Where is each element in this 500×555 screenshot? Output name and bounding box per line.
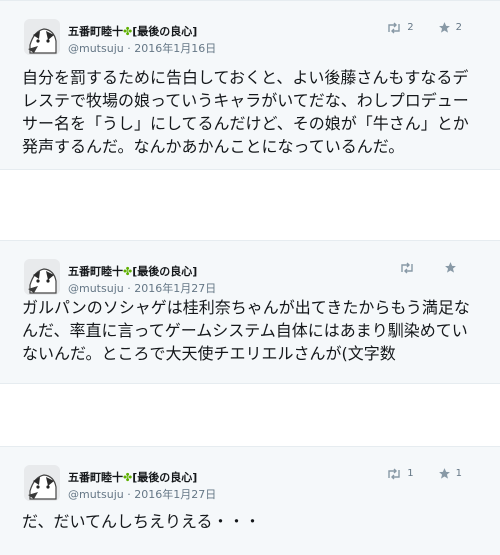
like-button[interactable]: [444, 261, 462, 274]
tweet-text: 自分を罰するために告白しておくと、よい後藤さんもすなるデ レステで牧場の娘ってい…: [22, 68, 469, 156]
retweet-icon: [388, 22, 400, 33]
retweet-button[interactable]: 2: [386, 22, 414, 34]
retweet-button[interactable]: [399, 262, 420, 274]
star-icon: [438, 468, 450, 479]
avatar-image: [24, 19, 60, 55]
handle[interactable]: @mutsuju: [68, 488, 124, 501]
clover-icon: ✤: [123, 265, 133, 278]
like-count: 2: [455, 22, 462, 33]
star-icon: [438, 22, 450, 33]
tweet-date[interactable]: 2016年1月16日: [134, 42, 216, 55]
tweet-card[interactable]: 五番町睦十✤[最後の良心] @mutsuju · 2016年1月16日 2 2 …: [0, 0, 500, 170]
retweet-icon: [401, 262, 413, 273]
avatar[interactable]: [24, 19, 60, 55]
handle[interactable]: @mutsuju: [68, 42, 124, 55]
avatar[interactable]: [24, 259, 60, 295]
tweet-date[interactable]: 2016年1月27日: [134, 488, 216, 501]
retweet-button[interactable]: 1: [386, 468, 414, 480]
retweet-count: 1: [407, 468, 414, 479]
clover-icon: ✤: [123, 25, 133, 38]
tweet-card[interactable]: 五番町睦十✤[最後の良心] @mutsuju · 2016年1月27日 1 1 …: [0, 446, 500, 555]
tweet-card[interactable]: 五番町睦十✤[最後の良心] @mutsuju · 2016年1月27日 ガルパン…: [0, 240, 500, 384]
tweet-actions: [399, 261, 462, 274]
display-name[interactable]: 五番町睦十✤[最後の良心]: [68, 263, 197, 279]
meta-separator: ·: [123, 42, 135, 55]
retweet-count: 2: [407, 22, 414, 33]
handle[interactable]: @mutsuju: [68, 282, 124, 295]
tweet-actions: 1 1: [386, 467, 462, 480]
clover-icon: ✤: [123, 471, 133, 484]
display-name[interactable]: 五番町睦十✤[最後の良心]: [68, 23, 197, 39]
display-name-suffix: [最後の良心]: [132, 471, 198, 484]
like-button[interactable]: 1: [438, 467, 462, 480]
avatar-image: [24, 465, 60, 501]
display-name-text: 五番町睦十: [68, 25, 123, 38]
tweet-actions: 2 2: [386, 21, 462, 34]
display-name-suffix: [最後の良心]: [132, 265, 198, 278]
tweet-text: ガルパンのソシャゲは桂利奈ちゃんが出てきたからもう満足な んだ、率直に言ってゲー…: [22, 298, 470, 363]
display-name-text: 五番町睦十: [68, 265, 123, 278]
display-name-text: 五番町睦十: [68, 471, 123, 484]
meta-separator: ·: [123, 282, 135, 295]
like-button[interactable]: 2: [438, 21, 462, 34]
retweet-icon: [388, 468, 400, 479]
meta-separator: ·: [123, 488, 135, 501]
display-name[interactable]: 五番町睦十✤[最後の良心]: [68, 469, 197, 485]
tweet-date[interactable]: 2016年1月27日: [134, 282, 216, 295]
display-name-suffix: [最後の良心]: [132, 25, 198, 38]
avatar[interactable]: [24, 465, 60, 501]
star-icon: [445, 262, 456, 273]
tweet-text: だ、だいてんしちえりえる・・・: [22, 512, 261, 531]
tweet-meta: @mutsuju · 2016年1月16日: [68, 40, 216, 56]
tweet-meta: @mutsuju · 2016年1月27日: [68, 486, 216, 502]
tweet-meta: @mutsuju · 2016年1月27日: [68, 280, 216, 296]
avatar-image: [24, 259, 60, 295]
like-count: 1: [455, 468, 462, 479]
